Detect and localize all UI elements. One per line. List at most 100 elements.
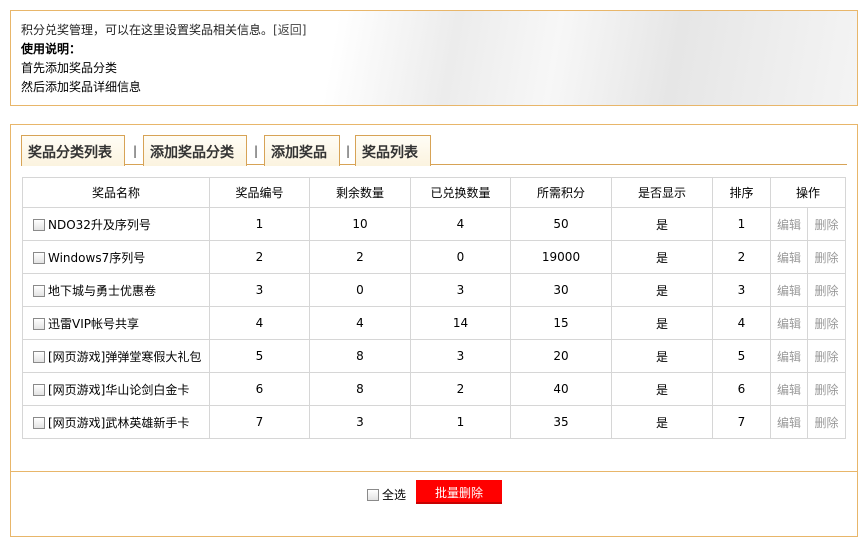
column-header-order: 排序 bbox=[712, 177, 771, 208]
remaining-count: 10 bbox=[309, 207, 411, 241]
prize-name-cell: NDO32升及序列号 bbox=[22, 207, 210, 241]
column-header-id: 奖品编号 bbox=[209, 177, 310, 208]
prize-id: 5 bbox=[209, 339, 310, 373]
row-checkbox[interactable] bbox=[33, 350, 45, 363]
prize-name: Windows7序列号 bbox=[48, 250, 146, 265]
usage-line-2: 然后添加奖品详细信息 bbox=[21, 80, 142, 94]
prize-name-cell: Windows7序列号 bbox=[22, 240, 210, 274]
delete-link[interactable]: 删除 bbox=[815, 383, 839, 397]
required-points: 19000 bbox=[510, 240, 612, 274]
prize-id: 6 bbox=[209, 372, 310, 406]
footer-divider bbox=[11, 471, 857, 472]
prize-id: 2 bbox=[209, 240, 310, 274]
redeemed-count: 1 bbox=[410, 405, 511, 439]
remaining-count: 4 bbox=[309, 306, 411, 340]
prize-id: 7 bbox=[209, 405, 310, 439]
edit-link[interactable]: 编辑 bbox=[777, 350, 801, 364]
row-checkbox[interactable] bbox=[33, 317, 45, 330]
delete-link[interactable]: 删除 bbox=[815, 284, 839, 298]
prize-management-panel: 奖品分类列表 | 添加奖品分类 | 添加奖品 | 奖品列表 奖品名称 奖品编号 … bbox=[10, 124, 858, 537]
table-row: [网页游戏]华山论剑白金卡 6 8 2 40 是 6 编辑 删除 bbox=[22, 372, 847, 406]
column-header-remaining: 剩余数量 bbox=[309, 177, 411, 208]
prize-name: [网页游戏]弹弹堂寒假大礼包 bbox=[48, 349, 202, 364]
tab-separator: | bbox=[346, 144, 351, 158]
delete-link[interactable]: 删除 bbox=[815, 416, 839, 430]
table-header-row: 奖品名称 奖品编号 剩余数量 已兑换数量 所需积分 是否显示 排序 操作 bbox=[22, 177, 847, 208]
is-shown: 是 bbox=[611, 207, 713, 241]
tab-prize-list[interactable]: 奖品列表 bbox=[355, 135, 431, 166]
tab-add-prize-category[interactable]: 添加奖品分类 bbox=[143, 135, 247, 166]
prize-id: 4 bbox=[209, 306, 310, 340]
is-shown: 是 bbox=[611, 405, 713, 439]
edit-link[interactable]: 编辑 bbox=[777, 416, 801, 430]
redeemed-count: 4 bbox=[410, 207, 511, 241]
sort-order: 1 bbox=[712, 207, 771, 241]
intro-text: 积分兑奖管理，可以在这里设置奖品相关信息。 bbox=[21, 23, 274, 37]
tab-separator: | bbox=[254, 144, 259, 158]
usage-title: 使用说明： bbox=[21, 42, 82, 56]
redeemed-count: 0 bbox=[410, 240, 511, 274]
prize-name-cell: [网页游戏]武林英雄新手卡 bbox=[22, 405, 210, 439]
sort-order: 4 bbox=[712, 306, 771, 340]
is-shown: 是 bbox=[611, 306, 713, 340]
required-points: 20 bbox=[510, 339, 612, 373]
tab-add-prize[interactable]: 添加奖品 bbox=[264, 135, 340, 166]
delete-link[interactable]: 删除 bbox=[815, 251, 839, 265]
prize-name-cell: [网页游戏]弹弹堂寒假大礼包 bbox=[22, 339, 210, 373]
required-points: 35 bbox=[510, 405, 612, 439]
redeemed-count: 3 bbox=[410, 339, 511, 373]
sort-order: 7 bbox=[712, 405, 771, 439]
delete-link[interactable]: 删除 bbox=[815, 350, 839, 364]
redeemed-count: 3 bbox=[410, 273, 511, 307]
edit-link[interactable]: 编辑 bbox=[777, 284, 801, 298]
column-header-redeemed: 已兑换数量 bbox=[410, 177, 511, 208]
edit-link[interactable]: 编辑 bbox=[777, 317, 801, 331]
delete-link[interactable]: 删除 bbox=[815, 218, 839, 232]
is-shown: 是 bbox=[611, 339, 713, 373]
row-checkbox[interactable] bbox=[33, 218, 45, 231]
row-checkbox[interactable] bbox=[33, 416, 45, 429]
batch-delete-button[interactable]: 批量删除 bbox=[416, 480, 502, 504]
edit-link[interactable]: 编辑 bbox=[777, 383, 801, 397]
table-row: [网页游戏]弹弹堂寒假大礼包 5 8 3 20 是 5 编辑 删除 bbox=[22, 339, 847, 373]
prize-name-cell: 地下城与勇士优惠卷 bbox=[22, 273, 210, 307]
prize-name-cell: [网页游戏]华山论剑白金卡 bbox=[22, 372, 210, 406]
prize-id: 3 bbox=[209, 273, 310, 307]
tab-prize-category-list[interactable]: 奖品分类列表 bbox=[21, 135, 125, 166]
column-header-actions: 操作 bbox=[769, 177, 847, 208]
required-points: 15 bbox=[510, 306, 612, 340]
row-checkbox[interactable] bbox=[33, 284, 45, 297]
row-checkbox[interactable] bbox=[33, 251, 45, 264]
select-all-label: 全选 bbox=[382, 488, 407, 502]
required-points: 50 bbox=[510, 207, 612, 241]
intro-line: 积分兑奖管理，可以在这里设置奖品相关信息。[返回] bbox=[21, 21, 847, 40]
column-header-name: 奖品名称 bbox=[22, 177, 210, 208]
table-row: [网页游戏]武林英雄新手卡 7 3 1 35 是 7 编辑 删除 bbox=[22, 405, 847, 439]
prize-table: 奖品名称 奖品编号 剩余数量 已兑换数量 所需积分 是否显示 排序 操作 NDO… bbox=[22, 177, 847, 439]
delete-link[interactable]: 删除 bbox=[815, 317, 839, 331]
remaining-count: 0 bbox=[309, 273, 411, 307]
sort-order: 3 bbox=[712, 273, 771, 307]
select-all-checkbox[interactable] bbox=[367, 489, 379, 501]
required-points: 40 bbox=[510, 372, 612, 406]
is-shown: 是 bbox=[611, 372, 713, 406]
remaining-count: 2 bbox=[309, 240, 411, 274]
back-link[interactable]: [返回] bbox=[273, 23, 306, 37]
select-all[interactable]: 全选 bbox=[367, 486, 406, 503]
is-shown: 是 bbox=[611, 240, 713, 274]
remaining-count: 8 bbox=[309, 372, 411, 406]
prize-name: 地下城与勇士优惠卷 bbox=[48, 283, 157, 298]
remaining-count: 3 bbox=[309, 405, 411, 439]
edit-link[interactable]: 编辑 bbox=[777, 251, 801, 265]
column-header-points: 所需积分 bbox=[510, 177, 612, 208]
remaining-count: 8 bbox=[309, 339, 411, 373]
prize-name-cell: 迅雷VIP帐号共享 bbox=[22, 306, 210, 340]
row-checkbox[interactable] bbox=[33, 383, 45, 396]
prize-name: [网页游戏]华山论剑白金卡 bbox=[48, 382, 190, 397]
info-panel: 积分兑奖管理，可以在这里设置奖品相关信息。[返回] 使用说明： 首先添加奖品分类… bbox=[10, 10, 858, 106]
prize-id: 1 bbox=[209, 207, 310, 241]
table-row: NDO32升及序列号 1 10 4 50 是 1 编辑 删除 bbox=[22, 207, 847, 241]
edit-link[interactable]: 编辑 bbox=[777, 218, 801, 232]
column-header-shown: 是否显示 bbox=[611, 177, 713, 208]
usage-line-1: 首先添加奖品分类 bbox=[21, 61, 118, 75]
